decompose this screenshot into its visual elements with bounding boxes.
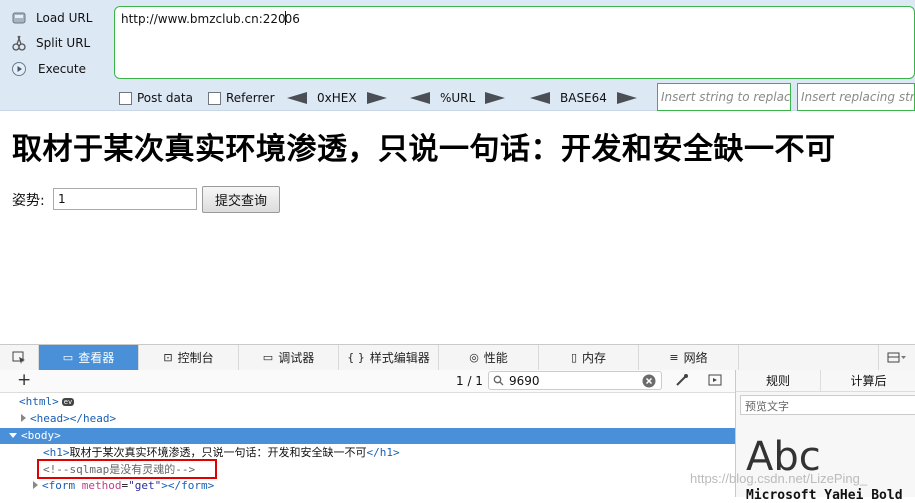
layout-icon [887,352,906,362]
eyedropper-icon[interactable] [675,373,689,390]
scissors-icon [10,34,28,52]
tree-node-head[interactable]: <head></head> [21,411,116,427]
base64-decode-arrow-icon[interactable] [530,92,550,104]
inspector-icon: ▭ [62,351,74,364]
watermark: https://blog.csdn.net/LizePing_ [690,471,868,486]
expand-arrow-icon[interactable] [33,481,38,489]
page-title: 取材于某次真实环境渗透，只说一句话：开发和安全缺一不可 [12,132,836,167]
play-icon [10,60,28,78]
memory-icon: ▯ [570,351,578,364]
debugger-icon: ▭ [262,351,274,364]
tab-network[interactable]: ≡ 网络 [639,345,739,370]
expand-arrow-icon[interactable] [21,414,26,422]
referrer-checkbox[interactable]: Referrer [208,91,275,105]
search-html-input[interactable]: 9690 [488,371,662,390]
post-data-checkbox[interactable]: Post data [119,91,193,105]
search-icon [493,375,504,386]
tree-node-body[interactable]: <body> [9,428,61,444]
split-url-button[interactable]: Split URL [10,32,90,54]
pick-element-button[interactable] [0,345,39,370]
pose-input[interactable]: 1 [53,188,197,210]
match-count: 1 / 1 [456,374,483,388]
performance-icon: ◎ [469,351,479,364]
pick-element-icon [12,351,25,364]
insert-replacing-input[interactable]: Insert replacing string [797,83,915,111]
tab-debugger[interactable]: ▭ 调试器 [239,345,339,370]
tab-inspector[interactable]: ▭ 查看器 [39,345,139,370]
url-textarea[interactable]: http://www.bmzclub.cn:22006 [114,6,915,79]
layout-toggle-button[interactable] [878,345,915,370]
braces-icon: { } [347,351,365,364]
url-text: http://www.bmzclub.cn:220 [121,12,286,26]
tab-console[interactable]: ⊡ 控制台 [139,345,239,370]
url-encoder: %URL [410,90,506,106]
pose-label: 姿势: [12,193,45,209]
url-encode-arrow-icon[interactable] [485,92,506,104]
network-icon: ≡ [669,351,679,364]
collapse-arrow-icon[interactable] [9,433,17,438]
load-url-button[interactable]: Load URL [10,7,92,29]
base64-encode-arrow-icon[interactable] [616,92,637,104]
hex-encode-arrow-icon[interactable] [366,92,387,104]
tree-node-form[interactable]: <form method="get"></form> [33,478,214,494]
selected-row[interactable] [0,428,735,444]
hackbar-toolbar: Load URL Split URL Execute http://www.bm… [0,0,915,111]
insert-string-input[interactable]: Insert string to replace [657,83,791,111]
font-name: Microsoft YaHei Bold [746,488,903,503]
hex-encoder: 0xHEX [287,90,387,106]
tab-memory[interactable]: ▯ 内存 [539,345,639,370]
base64-encoder: BASE64 [530,90,637,106]
tree-node-html[interactable]: <html> ev [19,394,75,410]
url-decode-arrow-icon[interactable] [410,92,430,104]
submit-button[interactable]: 提交查询 [202,186,280,213]
tab-style-editor[interactable]: { } 样式编辑器 [339,345,439,370]
clear-search-icon[interactable] [642,374,656,388]
load-url-icon [10,9,28,27]
tab-performance[interactable]: ◎ 性能 [439,345,539,370]
execute-button[interactable]: Execute [10,58,86,80]
add-node-icon[interactable]: + [17,371,31,389]
highlight-box [37,459,217,479]
search-value: 9690 [509,374,540,388]
console-icon: ⊡ [163,351,173,364]
tab-rules[interactable]: 规则 [736,370,821,392]
tab-computed[interactable]: 计算后 [821,370,915,392]
event-badge[interactable]: ev [61,398,75,406]
url-text-tail: 06 [284,12,300,26]
preview-text-input[interactable]: 预览文字 [740,395,915,415]
hex-decode-arrow-icon[interactable] [287,92,307,104]
screenshot-node-icon[interactable] [708,373,722,390]
devtools-tabbar: ▭ 查看器 ⊡ 控制台 ▭ 调试器 { } 样式编辑器 ◎ 性能 ▯ 内存 ≡ 网络 [0,344,915,371]
